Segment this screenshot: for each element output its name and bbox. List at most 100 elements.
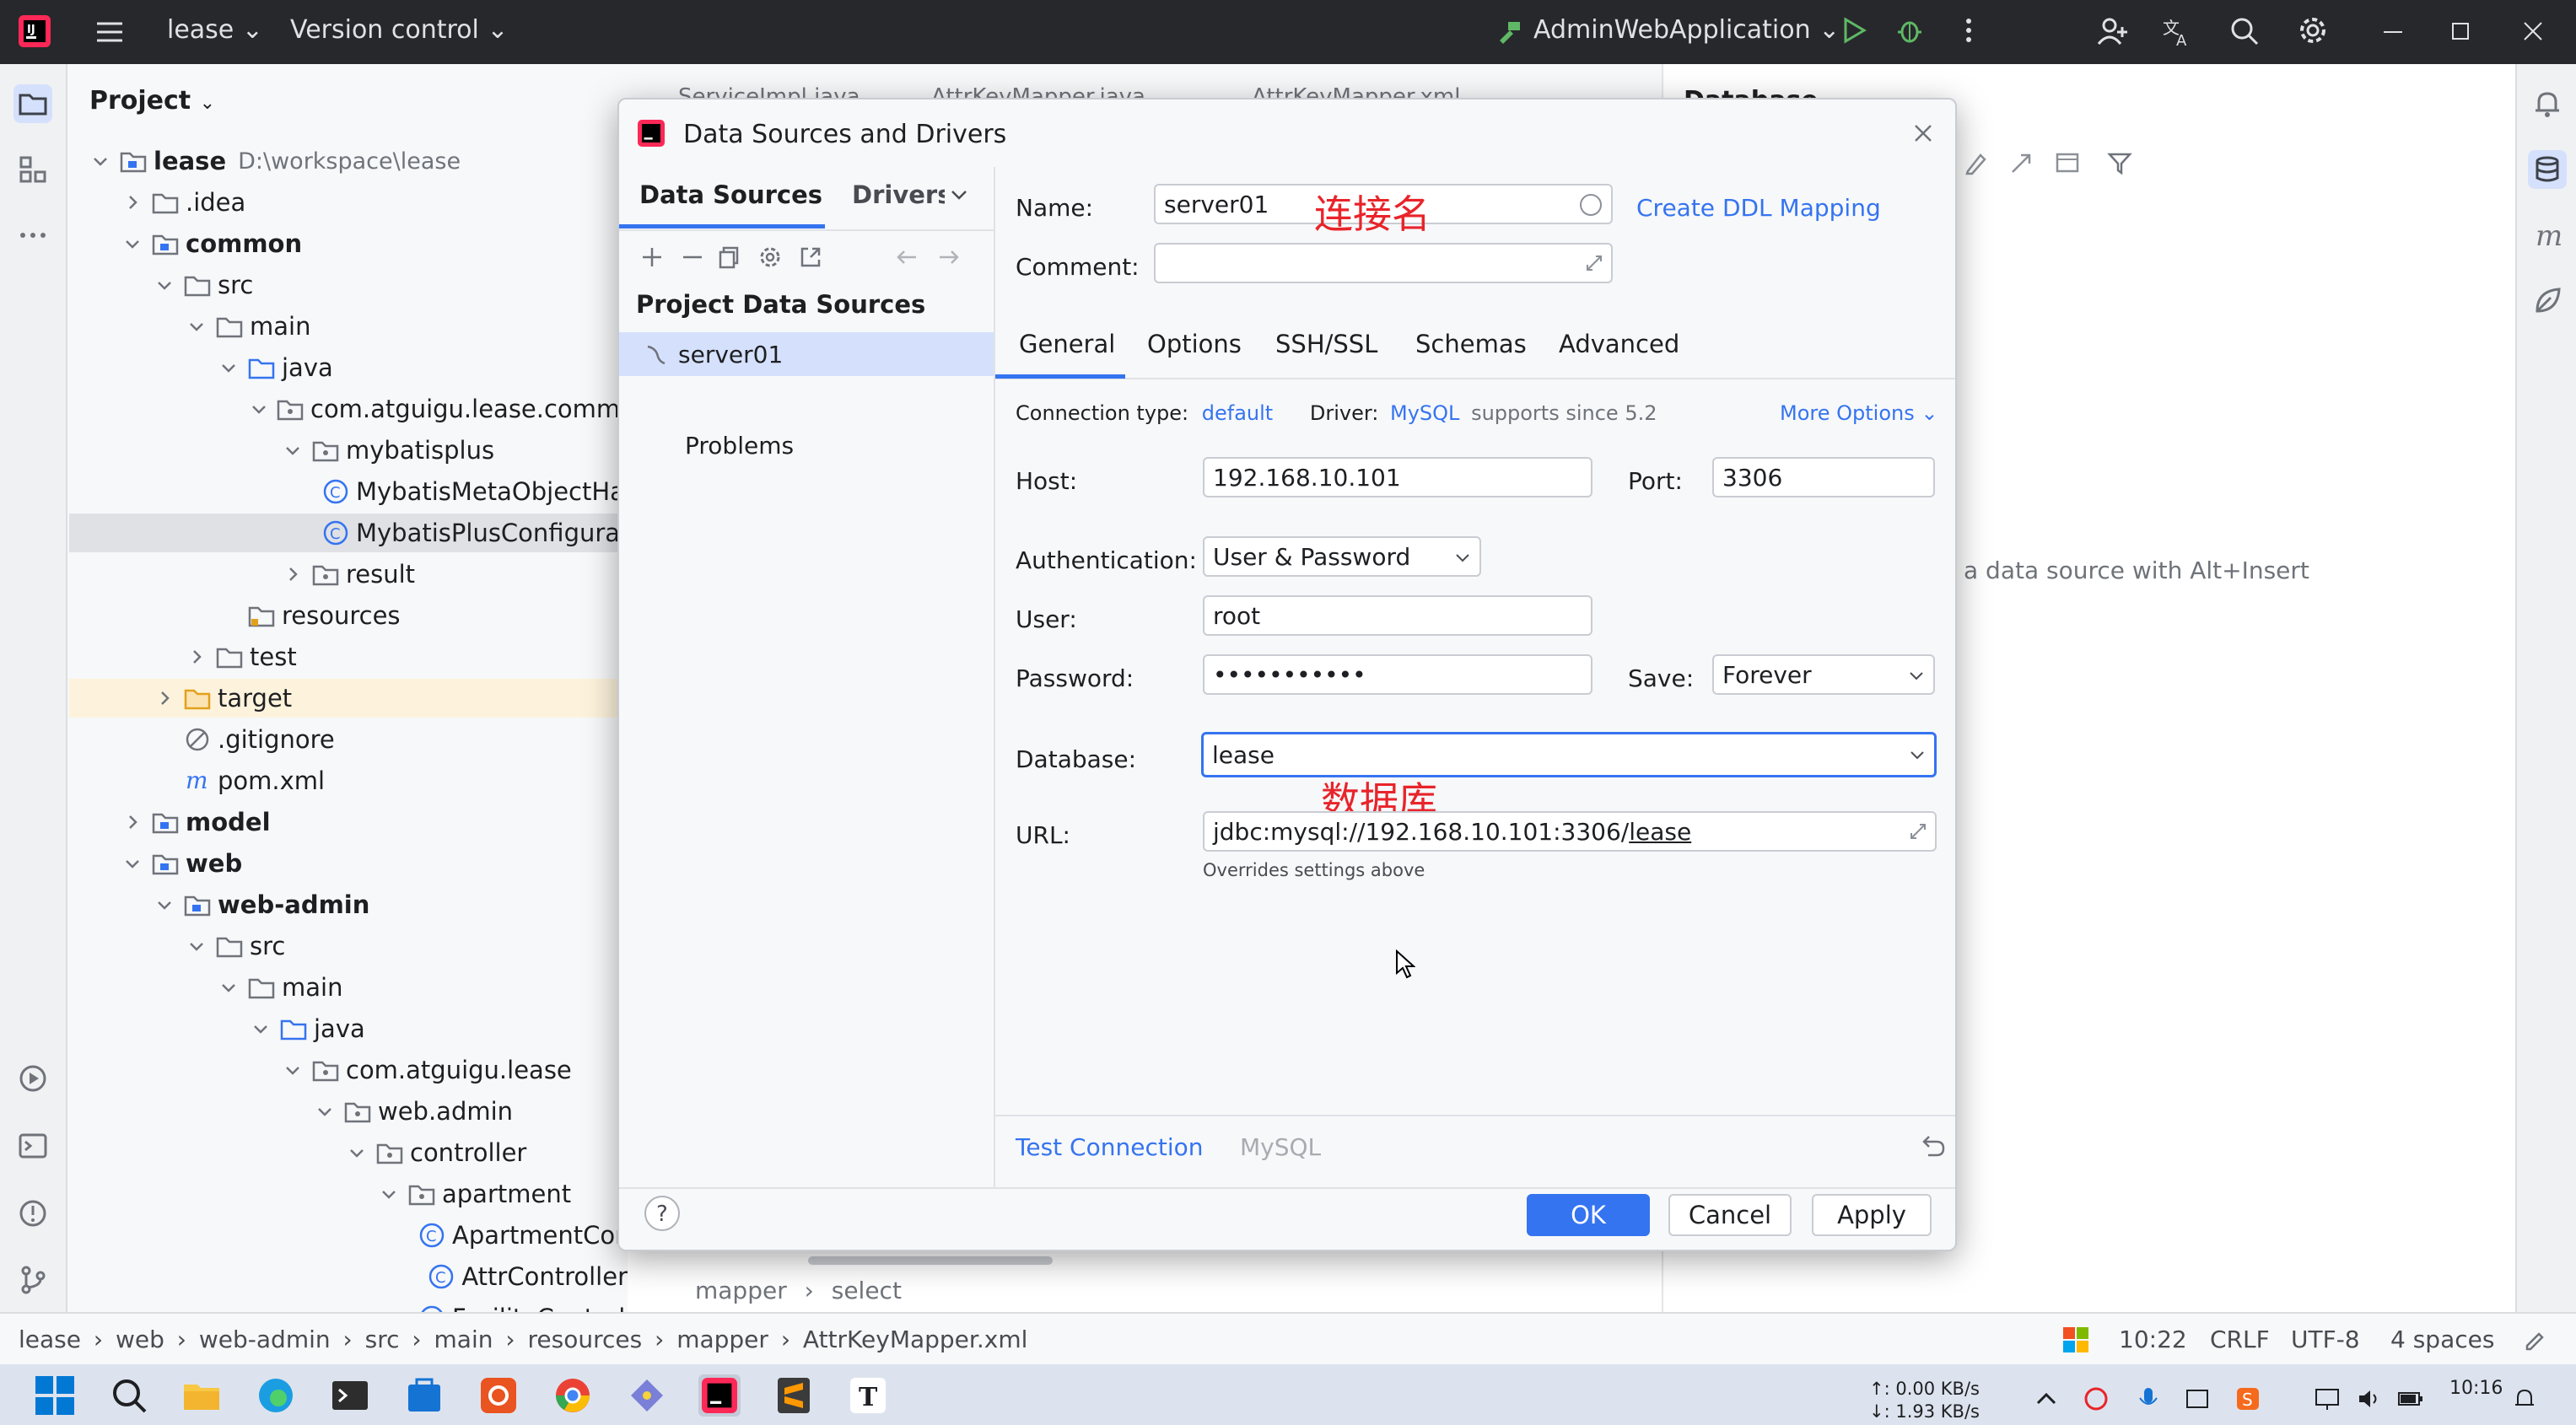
chrome-icon[interactable] — [552, 1374, 594, 1417]
edit-icon[interactable] — [1964, 150, 1989, 175]
expand-icon[interactable] — [1584, 253, 1604, 273]
battery-icon[interactable] — [2397, 1386, 2424, 1412]
tree-item[interactable]: web — [69, 844, 628, 883]
intellij-logo-icon[interactable]: IJ — [19, 15, 51, 47]
tree-item[interactable]: main — [69, 968, 628, 1007]
color-circle-icon[interactable] — [1579, 193, 1603, 217]
tab-data-sources[interactable]: Data Sources — [639, 180, 822, 209]
problems-icon[interactable] — [13, 1194, 52, 1233]
forward-arrow-icon[interactable] — [936, 245, 962, 270]
database-icon[interactable] — [2528, 150, 2567, 189]
console-icon[interactable] — [2055, 150, 2080, 175]
tab-advanced[interactable]: Advanced — [1559, 310, 1679, 378]
lock-icon[interactable] — [2522, 1326, 2547, 1351]
filter-icon[interactable] — [2107, 150, 2132, 175]
chevron-down-icon[interactable] — [282, 1059, 304, 1081]
git-client-icon[interactable] — [626, 1374, 668, 1417]
run-config-selector[interactable]: AdminWebApplication ⌄ — [1533, 15, 1840, 45]
expand-icon[interactable] — [1908, 821, 1928, 842]
tree-item[interactable]: mybatisplus — [69, 431, 628, 470]
tree-item[interactable]: java — [69, 348, 628, 387]
notifications-bell-icon[interactable] — [2528, 84, 2567, 123]
chevron-down-icon[interactable] — [154, 274, 175, 296]
user-field[interactable]: root — [1203, 595, 1592, 636]
microphone-icon[interactable] — [2136, 1386, 2161, 1412]
tree-item[interactable]: web-admin — [69, 885, 628, 924]
help-icon[interactable]: ? — [643, 1194, 682, 1233]
chevron-down-icon[interactable] — [154, 894, 175, 916]
caret-position[interactable]: 10:22 — [2119, 1326, 2187, 1353]
taskbar-search-icon[interactable] — [108, 1374, 150, 1417]
tree-item[interactable]: m pom.xml — [69, 761, 628, 800]
edge-browser-icon[interactable] — [255, 1374, 297, 1417]
chevron-down-icon[interactable] — [121, 852, 143, 874]
apply-button[interactable]: Apply — [1812, 1194, 1932, 1236]
problems-item[interactable]: Problems — [685, 432, 794, 460]
tree-item[interactable]: C FacilityController — [69, 1299, 628, 1312]
tree-item[interactable]: common — [69, 224, 628, 263]
close-dialog-icon[interactable] — [1910, 120, 1937, 147]
cancel-button[interactable]: Cancel — [1668, 1194, 1792, 1236]
tree-item[interactable]: src — [69, 927, 628, 965]
main-menu-icon[interactable] — [94, 17, 125, 47]
breadcrumb-item[interactable]: mapper — [695, 1277, 787, 1304]
tree-item[interactable]: main — [69, 307, 628, 346]
export-icon[interactable] — [798, 245, 823, 270]
notification-bell-icon[interactable] — [2512, 1386, 2537, 1412]
tree-item[interactable]: apartment — [69, 1175, 628, 1213]
maven-icon[interactable]: m — [2528, 216, 2567, 255]
status-breadcrumb-item[interactable]: web — [116, 1326, 164, 1353]
services-icon[interactable] — [13, 1059, 52, 1098]
tab-options[interactable]: Options — [1147, 310, 1242, 378]
project-switcher[interactable]: lease ⌄ — [167, 15, 263, 45]
status-breadcrumb-item[interactable]: resources — [528, 1326, 643, 1353]
intellij-taskbar-icon[interactable] — [698, 1374, 741, 1417]
store-icon[interactable] — [403, 1374, 445, 1417]
chevron-down-icon[interactable] — [250, 398, 268, 420]
status-breadcrumb-item[interactable]: web-admin — [199, 1326, 331, 1353]
test-connection-link[interactable]: Test Connection — [1016, 1133, 1203, 1161]
status-breadcrumb-item[interactable]: src — [365, 1326, 400, 1353]
chevron-right-icon[interactable] — [121, 191, 143, 213]
url-field[interactable]: jdbc:mysql://192.168.10.101:3306/lease — [1203, 811, 1937, 852]
project-folder-icon[interactable] — [13, 84, 52, 123]
chevron-down-icon[interactable] — [186, 935, 207, 957]
tree-item[interactable]: com.atguigu.lease — [69, 1051, 628, 1089]
tree-item[interactable]: .gitignore — [69, 720, 628, 759]
minimize-icon[interactable] — [2379, 17, 2407, 46]
close-window-icon[interactable] — [2519, 17, 2547, 46]
breadcrumb-item[interactable]: select — [832, 1277, 902, 1304]
tree-item[interactable]: lease D:\workspace\lease — [69, 142, 628, 180]
authentication-select[interactable]: User & Password — [1203, 536, 1481, 577]
file-encoding[interactable]: UTF-8 — [2291, 1326, 2360, 1353]
line-separator[interactable]: CRLF — [2210, 1326, 2270, 1353]
tab-general[interactable]: General — [1019, 310, 1115, 378]
save-select[interactable]: Forever — [1712, 654, 1935, 695]
chevron-down-icon[interactable] — [314, 1100, 336, 1122]
tree-item[interactable]: model — [69, 803, 628, 842]
file-explorer-icon[interactable] — [181, 1374, 223, 1417]
spring-leaf-icon[interactable] — [2528, 282, 2567, 320]
windows-start-icon[interactable] — [34, 1374, 76, 1417]
tab-drivers[interactable]: Drivers — [852, 180, 945, 209]
status-breadcrumb-item[interactable]: main — [434, 1326, 493, 1353]
settings-gear-icon[interactable] — [2296, 13, 2330, 47]
tree-item[interactable]: java — [69, 1009, 628, 1048]
add-datasource-icon[interactable] — [639, 245, 665, 270]
host-field[interactable]: 192.168.10.101 — [1203, 457, 1592, 497]
vcs-menu[interactable]: Version control ⌄ — [290, 15, 509, 45]
tab-schemas[interactable]: Schemas — [1415, 310, 1527, 378]
status-breadcrumb-item[interactable]: lease — [19, 1326, 81, 1353]
tray-app-icon[interactable] — [2083, 1386, 2109, 1412]
duplicate-icon[interactable] — [717, 245, 742, 270]
chevron-down-icon[interactable] — [346, 1142, 368, 1164]
driver-settings-gear-icon[interactable] — [757, 245, 783, 270]
tree-item[interactable]: C MybatisPlusConfiguration — [69, 514, 628, 552]
hammer-icon[interactable] — [1496, 19, 1523, 46]
chevron-right-icon[interactable] — [154, 687, 175, 709]
debug-icon[interactable] — [1894, 15, 1925, 46]
chevron-right-icon[interactable] — [282, 563, 304, 585]
chevron-down-icon[interactable] — [250, 1018, 272, 1040]
tree-item[interactable]: C ApartmentController — [69, 1216, 628, 1255]
tab-ssh-ssl[interactable]: SSH/SSL — [1275, 310, 1377, 378]
